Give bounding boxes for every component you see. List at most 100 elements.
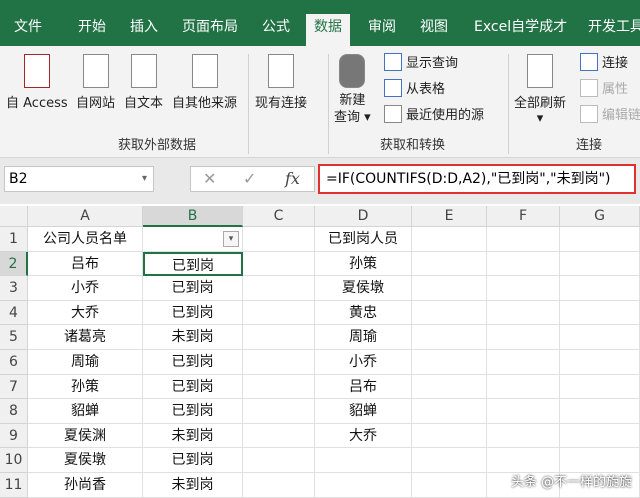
chevron-down-icon[interactable]: ▾ [142,167,147,191]
column-header-B[interactable]: B [143,206,243,227]
cell[interactable]: 诸葛亮 [28,325,143,350]
cell[interactable] [412,448,487,473]
row-header[interactable]: 4 [0,300,28,326]
cell[interactable] [243,448,315,473]
show-query-button[interactable]: 显示查询 [384,52,458,71]
tab-2[interactable]: 插入 [122,14,166,46]
cell[interactable]: 未到岗 [143,325,243,350]
cell[interactable] [412,399,487,424]
cell[interactable]: 已到岗 [143,448,243,473]
from-other-button[interactable]: 自其他来源 [172,54,237,111]
cell[interactable]: 吕布 [28,251,143,277]
confirm-icon[interactable]: ✓ [243,169,256,188]
cell[interactable]: 已到岗 [143,350,243,375]
cell[interactable]: 孙尚香 [28,473,143,498]
cell[interactable] [560,251,640,277]
cell[interactable]: 已到岗 [143,399,243,424]
cell[interactable] [487,251,560,277]
cell[interactable]: 大乔 [315,423,412,449]
row-header[interactable]: 8 [0,399,28,424]
new-query-button[interactable]: 新建 查询 ▾ [334,54,371,126]
cell[interactable] [315,448,412,473]
column-header-D[interactable]: D [315,206,412,227]
tab-4[interactable]: 公式 [254,14,298,46]
cell[interactable] [560,227,640,252]
cell[interactable]: 孙策 [28,374,143,400]
row-header[interactable]: 3 [0,276,28,301]
cell[interactable] [560,300,640,326]
cell[interactable] [243,300,315,326]
cancel-icon[interactable]: ✕ [203,169,216,188]
column-header-A[interactable]: A [28,206,143,227]
row-header[interactable]: 1 [0,227,28,252]
formula-input[interactable]: =IF(COUNTIFS(D:D,A2),"已到岗","未到岗") [318,164,636,194]
fx-icon[interactable]: fx [285,169,300,188]
cell[interactable]: 已到岗 [143,374,243,400]
row-header[interactable]: 11 [0,473,28,498]
cell[interactable]: ▾ [143,227,243,252]
from-web-button[interactable]: 自网站 [76,54,115,111]
from-access-button[interactable]: 自 Access [6,54,68,111]
tab-5[interactable]: 数据 [306,14,350,46]
cell[interactable]: 孙策 [315,251,412,277]
cell[interactable]: 黄忠 [315,300,412,326]
tab-8[interactable]: Excel自学成才 [466,14,575,46]
row-header[interactable]: 2 [0,251,28,277]
cell[interactable] [243,227,315,252]
cell[interactable]: 小乔 [315,350,412,375]
cell[interactable] [560,350,640,375]
cell[interactable]: 夏侯墩 [28,448,143,473]
cell[interactable]: 周瑜 [315,325,412,350]
row-header[interactable]: 6 [0,350,28,375]
column-header-C[interactable]: C [243,206,315,227]
cell[interactable] [412,423,487,449]
cell[interactable] [243,374,315,400]
cell[interactable] [487,423,560,449]
cell[interactable] [487,399,560,424]
cell[interactable] [487,350,560,375]
select-all-corner[interactable] [0,206,28,227]
cell[interactable] [560,423,640,449]
cell[interactable]: 未到岗 [143,423,243,449]
cell[interactable]: 夏侯墩 [315,276,412,301]
cell[interactable] [243,325,315,350]
cell[interactable] [243,473,315,498]
cell[interactable] [412,325,487,350]
cell[interactable]: 公司人员名单 [28,227,143,252]
recent-sources-button[interactable]: 最近使用的源 [384,104,484,123]
from-table-button[interactable]: 从表格 [384,78,445,97]
cell[interactable]: 未到岗 [143,473,243,498]
refresh-all-button[interactable]: 全部刷新 ▾ [514,54,566,126]
cell[interactable] [560,374,640,400]
cell[interactable] [412,227,487,252]
cell[interactable] [412,300,487,326]
row-header[interactable]: 10 [0,448,28,473]
tab-9[interactable]: 开发工具 [580,14,640,46]
connections-button[interactable]: 连接 [580,52,628,71]
tab-1[interactable]: 开始 [70,14,114,46]
row-header[interactable]: 7 [0,374,28,400]
cell[interactable] [560,276,640,301]
tab-7[interactable]: 视图 [412,14,456,46]
cell[interactable] [487,448,560,473]
name-box[interactable]: B2 ▾ [4,166,154,192]
cell[interactable] [487,227,560,252]
tab-3[interactable]: 页面布局 [174,14,246,46]
cell[interactable] [315,473,412,498]
cell[interactable]: 貂蝉 [28,399,143,424]
cell[interactable] [412,374,487,400]
cell[interactable] [412,251,487,277]
cell[interactable]: 已到岗 [143,251,243,277]
cell[interactable]: 周瑜 [28,350,143,375]
cell[interactable] [560,325,640,350]
cell[interactable] [243,251,315,277]
cell[interactable] [412,350,487,375]
cell[interactable] [243,350,315,375]
cell[interactable] [243,399,315,424]
cell[interactable]: 已到岗人员 [315,227,412,252]
cell[interactable]: 已到岗 [143,300,243,326]
cell[interactable] [243,276,315,301]
from-text-button[interactable]: 自文本 [124,54,163,111]
cell[interactable] [487,374,560,400]
properties-button[interactable]: 属性 [580,78,628,97]
